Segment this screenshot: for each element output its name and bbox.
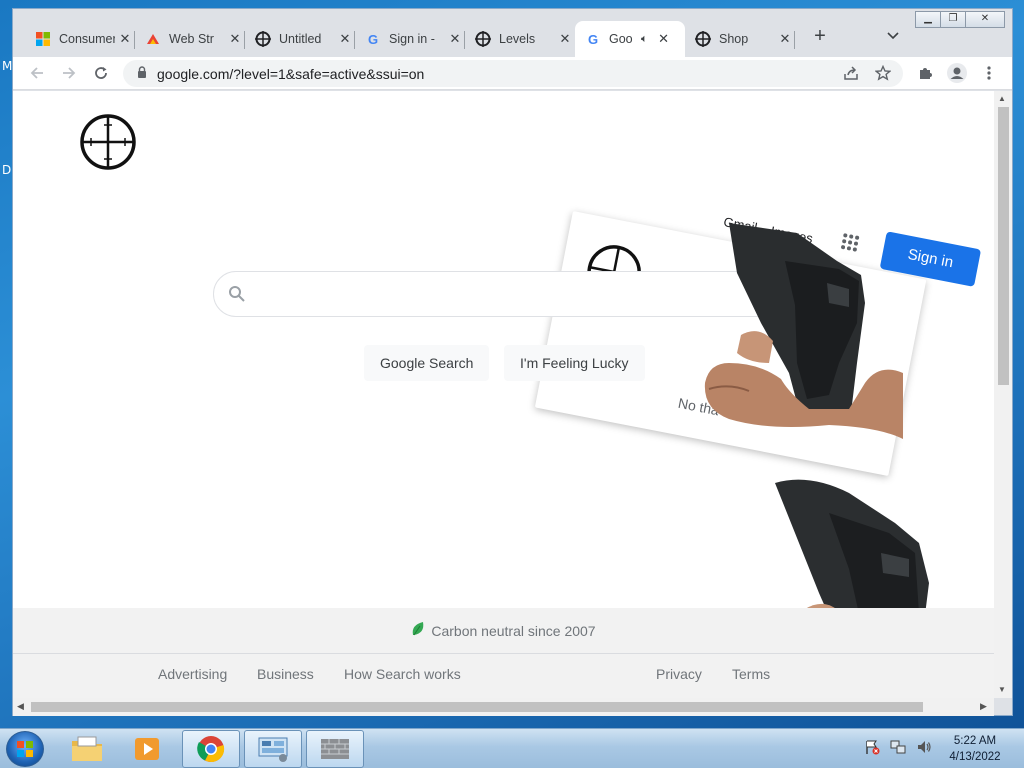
crosshair-icon xyxy=(475,31,491,47)
firewall-taskbar-icon[interactable] xyxy=(306,730,364,768)
menu-kebab-icon[interactable] xyxy=(977,61,1001,85)
desktop-label-d: D xyxy=(2,163,12,177)
close-tab-icon[interactable]: ✕ xyxy=(445,31,465,47)
google-icon: G xyxy=(365,31,381,47)
tab-untitled[interactable]: Untitled ✕ xyxy=(245,21,355,57)
tab-web-store[interactable]: Web Str ✕ xyxy=(135,21,245,57)
extensions-puzzle-icon[interactable] xyxy=(913,61,937,85)
business-link[interactable]: Business xyxy=(257,666,314,682)
address-bar[interactable]: google.com/?level=1&safe=active&ssui=on xyxy=(123,60,903,87)
start-button[interactable] xyxy=(6,731,44,767)
volume-speaker-icon[interactable] xyxy=(916,739,932,760)
clock-time: 5:22 AM xyxy=(953,735,997,747)
advertising-link[interactable]: Advertising xyxy=(158,666,227,682)
tab-consumer[interactable]: Consumer ✕ xyxy=(25,21,135,57)
tab-separator xyxy=(794,31,795,49)
page-footer: Carbon neutral since 2007 Advertising Bu… xyxy=(13,608,994,698)
action-center-flag-icon[interactable] xyxy=(864,739,880,760)
tab-search-chevron-icon[interactable] xyxy=(887,27,899,43)
feeling-lucky-button[interactable]: I'm Feeling Lucky xyxy=(504,345,645,381)
page-viewport: Gmail Images Sign in No tha xyxy=(13,91,994,698)
leaf-icon xyxy=(411,621,425,640)
media-player-taskbar-icon[interactable] xyxy=(118,730,176,768)
file-explorer-taskbar-icon[interactable] xyxy=(58,730,116,768)
vertical-scrollbar[interactable]: ▲ ▼ xyxy=(994,91,1012,698)
scroll-up-arrow-icon[interactable]: ▲ xyxy=(998,94,1006,103)
close-tab-icon[interactable]: ✕ xyxy=(335,31,355,47)
close-tab-icon[interactable]: ✕ xyxy=(775,31,795,47)
how-search-works-link[interactable]: How Search works xyxy=(344,666,461,682)
close-tab-icon[interactable]: ✕ xyxy=(555,31,575,47)
browser-window: Consumer ✕ Web Str ✕ Untitled ✕ G Sign i… xyxy=(12,8,1013,716)
chrome-taskbar-icon[interactable] xyxy=(182,730,240,768)
system-tray xyxy=(864,729,932,768)
privacy-link[interactable]: Privacy xyxy=(656,666,702,682)
close-tab-icon[interactable]: ✕ xyxy=(225,31,245,47)
horizontal-scroll-thumb[interactable] xyxy=(31,702,923,712)
lock-icon[interactable] xyxy=(137,65,147,83)
window-controls: ▁ ❐ ✕ xyxy=(915,11,1005,29)
tab-sign-in[interactable]: G Sign in - ✕ xyxy=(355,21,465,57)
clock-date: 4/13/2022 xyxy=(949,751,1001,763)
maximize-button[interactable]: ❐ xyxy=(940,11,966,28)
scroll-down-arrow-icon[interactable]: ▼ xyxy=(998,685,1006,694)
tab-title: Untitled xyxy=(279,32,322,46)
share-icon[interactable] xyxy=(843,65,859,86)
scroll-left-arrow-icon[interactable]: ◀ xyxy=(17,701,24,712)
svg-text:G: G xyxy=(368,32,378,46)
crosshair-logo-icon xyxy=(79,113,137,176)
tab-title: Sign in - xyxy=(389,32,435,46)
close-tab-icon[interactable]: ✕ xyxy=(115,31,135,47)
tab-title: Shop xyxy=(719,32,749,46)
close-tab-icon[interactable]: ✕ xyxy=(654,31,674,47)
minimize-button[interactable]: ▁ xyxy=(915,11,941,28)
browser-toolbar: google.com/?level=1&safe=active&ssui=on xyxy=(13,57,1012,90)
handgun-image-upper xyxy=(689,213,905,448)
google-search-button[interactable]: Google Search xyxy=(364,345,490,381)
bookmark-star-icon[interactable] xyxy=(874,64,892,86)
svg-text:G: G xyxy=(588,32,598,46)
carbon-neutral-row: Carbon neutral since 2007 xyxy=(13,608,994,654)
tab-title: Goo xyxy=(609,32,633,46)
carbon-neutral-text[interactable]: Carbon neutral since 2007 xyxy=(431,623,595,639)
reload-button[interactable] xyxy=(89,61,113,85)
tab-shop[interactable]: Shop ✕ xyxy=(685,21,795,57)
profile-avatar-icon[interactable] xyxy=(945,61,969,85)
tab-levels[interactable]: Levels ✕ xyxy=(465,21,575,57)
tab-title: Levels xyxy=(499,32,536,46)
back-button[interactable] xyxy=(25,61,49,85)
speaker-icon[interactable]: 🔈︎ xyxy=(641,33,648,46)
tab-title: Web Str xyxy=(169,32,214,46)
network-icon[interactable] xyxy=(890,739,906,760)
window-close-button[interactable]: ✕ xyxy=(965,11,1005,28)
url-text: google.com/?level=1&safe=active&ssui=on xyxy=(157,65,425,82)
terms-link[interactable]: Terms xyxy=(732,666,770,682)
horizontal-scrollbar[interactable]: ◀ ▶ xyxy=(13,698,994,716)
tab-google-active[interactable]: G Goo 🔈︎ ✕ xyxy=(575,21,685,57)
web-icon xyxy=(145,31,161,47)
tab-strip: Consumer ✕ Web Str ✕ Untitled ✕ G Sign i… xyxy=(13,9,1012,57)
forward-button[interactable] xyxy=(57,61,81,85)
control-panel-taskbar-icon[interactable] xyxy=(244,730,302,768)
google-icon: G xyxy=(585,31,601,47)
vertical-scroll-thumb[interactable] xyxy=(998,107,1009,385)
desktop-label-m: M xyxy=(2,59,13,73)
windows-taskbar: 5:22 AM 4/13/2022 xyxy=(0,728,1024,768)
clock[interactable]: 5:22 AM 4/13/2022 xyxy=(940,733,1010,765)
crosshair-icon xyxy=(695,31,711,47)
new-tab-button[interactable]: + xyxy=(807,25,833,48)
search-icon xyxy=(228,285,246,308)
scroll-right-arrow-icon[interactable]: ▶ xyxy=(980,701,987,712)
tab-title: Consumer xyxy=(59,32,115,46)
microsoft-icon xyxy=(35,31,51,47)
crosshair-icon xyxy=(255,31,271,47)
